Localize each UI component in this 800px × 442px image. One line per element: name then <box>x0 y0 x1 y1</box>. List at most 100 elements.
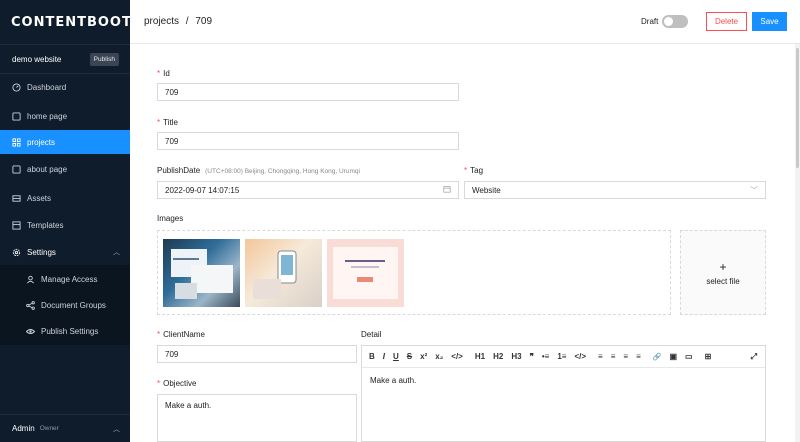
fullscreen-icon[interactable]: ⤢ <box>751 352 757 362</box>
detail-editor-content[interactable]: Make a auth. <box>362 368 765 393</box>
draft-label: Draft <box>641 17 659 26</box>
sidebar-item-manage-access[interactable]: Manage Access <box>0 266 130 292</box>
objective-label: Objective <box>157 379 196 388</box>
images-label: Images <box>157 214 184 223</box>
templates-icon <box>12 220 21 230</box>
tag-label: Tag <box>464 166 483 175</box>
sidebar-item-settings[interactable]: Settings ︿ <box>0 239 130 265</box>
images-gallery <box>157 230 671 315</box>
chevron-up-icon: ︿ <box>113 249 120 256</box>
sidebar-item-projects[interactable]: projects <box>0 130 130 154</box>
breadcrumb-section[interactable]: projects <box>144 16 179 27</box>
sidebar-item-label: Publish Settings <box>41 326 99 336</box>
timezone-hint: (UTC+08:00) Beijing, Chongqing, Hong Kon… <box>205 168 360 175</box>
gear-icon <box>12 248 21 257</box>
breadcrumb-current: 709 <box>195 16 213 27</box>
draft-toggle[interactable] <box>662 15 688 28</box>
image-icon[interactable]: ▣ <box>669 352 677 361</box>
share-icon <box>26 300 35 310</box>
align-left-icon[interactable]: ≡ <box>598 352 603 361</box>
italic-icon[interactable]: I <box>383 352 385 361</box>
site-name: demo website <box>12 54 62 64</box>
image-thumbnail[interactable] <box>245 239 322 307</box>
chevron-down-icon: ﹀ <box>750 185 758 195</box>
client-name-label: ClientName <box>157 330 205 339</box>
sidebar-item-document-groups[interactable]: Document Groups <box>0 292 130 318</box>
sidebar-item-label: home page <box>27 111 68 121</box>
align-right-icon[interactable]: ≡ <box>623 352 628 361</box>
publish-button[interactable]: Publish <box>89 52 119 66</box>
ordered-list-icon[interactable]: 1≡ <box>557 352 566 361</box>
user-name: Admin <box>12 424 35 433</box>
video-icon[interactable]: ▭ <box>685 352 693 361</box>
chevron-up-icon: ︿ <box>113 425 120 433</box>
id-field[interactable]: 709 <box>157 83 459 101</box>
delete-button[interactable]: Delete <box>706 12 747 31</box>
table-icon[interactable]: ⊞ <box>705 352 712 361</box>
select-file-label: select file <box>706 276 740 286</box>
strikethrough-icon[interactable]: S <box>407 352 412 361</box>
grid-icon <box>12 137 21 147</box>
publish-date-label-text: PublishDate <box>157 166 201 175</box>
sidebar-item-publish-settings[interactable]: Publish Settings <box>0 318 130 344</box>
sidebar: CONTENTBOOT demo website Publish Dashboa… <box>0 0 131 442</box>
user-menu[interactable]: Admin Owner ︿ <box>0 414 130 442</box>
page-icon <box>12 164 21 174</box>
link-icon[interactable]: 🔗 <box>653 353 662 361</box>
align-center-icon[interactable]: ≡ <box>611 352 616 361</box>
tag-value: Website <box>472 185 501 195</box>
title-label: Title <box>157 118 178 127</box>
image-thumbnail[interactable] <box>163 239 240 307</box>
underline-icon[interactable]: U <box>393 352 399 361</box>
detail-label: Detail <box>361 330 382 339</box>
align-justify-icon[interactable]: ≡ <box>636 352 641 361</box>
sidebar-item-label: Document Groups <box>41 300 106 310</box>
title-field[interactable]: 709 <box>157 132 459 150</box>
user-role: Owner <box>39 425 59 432</box>
client-name-value: 709 <box>165 349 179 359</box>
heading-2-icon[interactable]: H2 <box>493 352 503 361</box>
tag-select[interactable]: Website ﹀ <box>464 181 766 199</box>
detail-rich-editor: B I U S x² x₂ </> H1 H2 H3 ❞ •≡ 1≡ </> ≡… <box>361 345 766 442</box>
user-icon <box>26 275 35 284</box>
subscript-icon[interactable]: x₂ <box>435 352 443 361</box>
sidebar-item-label: projects <box>27 137 56 147</box>
sidebar-item-assets[interactable]: Assets <box>0 185 130 211</box>
quote-icon[interactable]: ❞ <box>530 352 534 361</box>
page-header: projects / 709 Draft Delete Save <box>130 0 800 44</box>
sidebar-item-templates[interactable]: Templates <box>0 212 130 238</box>
title-value: 709 <box>165 136 179 146</box>
sidebar-item-about-page[interactable]: about page <box>0 156 130 182</box>
objective-textarea[interactable]: Make a auth. <box>157 394 357 442</box>
heading-1-icon[interactable]: H1 <box>475 352 485 361</box>
superscript-icon[interactable]: x² <box>420 352 427 361</box>
heading-3-icon[interactable]: H3 <box>511 352 521 361</box>
sidebar-item-home-page[interactable]: home page <box>0 103 130 129</box>
bullet-list-icon[interactable]: •≡ <box>542 352 549 361</box>
publish-date-field[interactable]: 2022-09-07 14:07:15 <box>157 181 459 199</box>
save-button[interactable]: Save <box>752 12 787 31</box>
image-thumbnail[interactable] <box>327 239 404 307</box>
bold-icon[interactable]: B <box>369 352 375 361</box>
client-name-field[interactable]: 709 <box>157 345 357 363</box>
inline-code-icon[interactable]: </> <box>451 352 463 361</box>
sidebar-item-label: Manage Access <box>41 274 98 284</box>
page-scrollbar[interactable] <box>795 44 800 442</box>
publish-date-value: 2022-09-07 14:07:15 <box>165 185 240 195</box>
plus-icon: + <box>719 259 727 274</box>
sidebar-item-label: Assets <box>27 193 52 203</box>
sidebar-item-label: Templates <box>27 220 64 230</box>
assets-icon <box>12 194 21 203</box>
sidebar-item-label: Settings <box>27 247 56 257</box>
id-label: Id <box>157 69 170 78</box>
calendar-icon <box>443 185 451 195</box>
code-block-icon[interactable]: </> <box>574 352 586 361</box>
sidebar-item-dashboard[interactable]: Dashboard <box>0 74 130 100</box>
breadcrumb: projects / 709 <box>144 16 212 27</box>
editor-toolbar: B I U S x² x₂ </> H1 H2 H3 ❞ •≡ 1≡ </> ≡… <box>362 346 765 368</box>
dashboard-icon <box>12 82 21 92</box>
select-file-button[interactable]: + select file <box>680 230 766 315</box>
sidebar-item-label: about page <box>27 164 68 174</box>
publish-date-label: PublishDate (UTC+08:00) Beijing, Chongqin… <box>157 166 360 175</box>
site-row: demo website Publish <box>0 44 130 74</box>
